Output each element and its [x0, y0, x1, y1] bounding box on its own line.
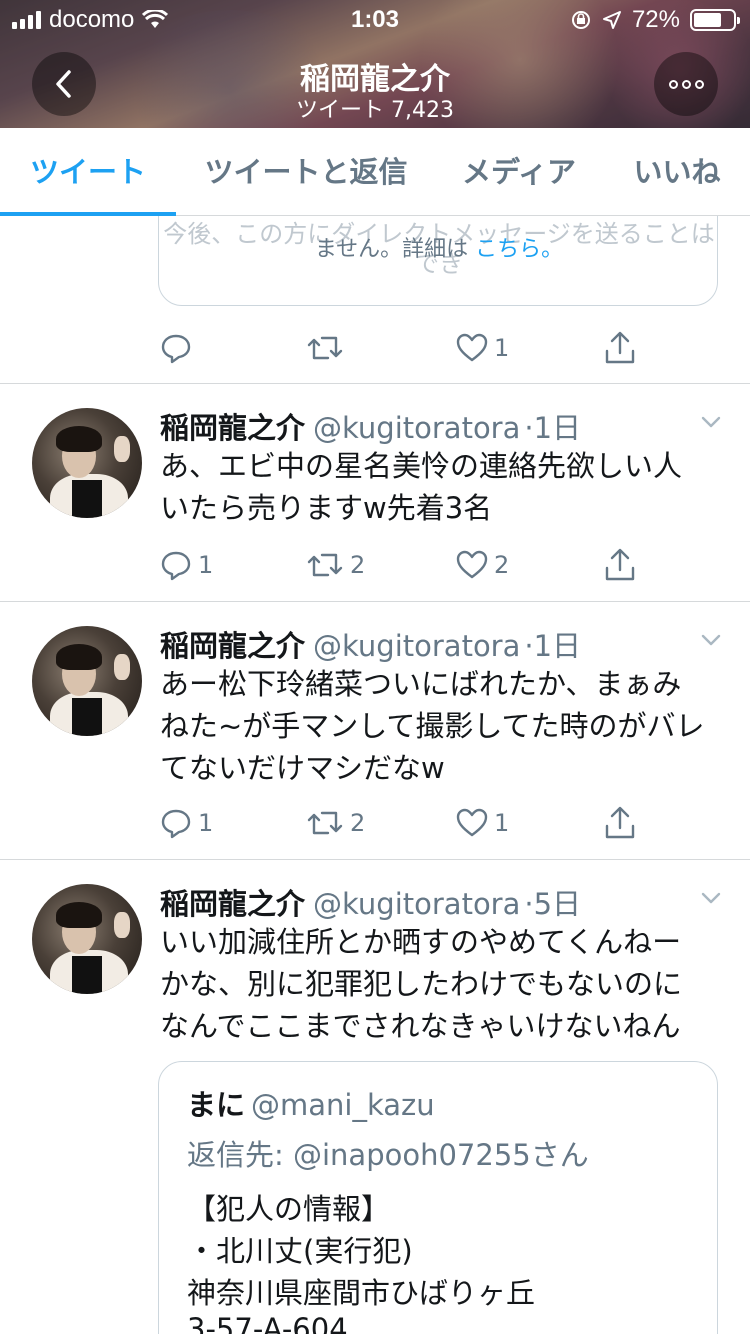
retweet-icon — [307, 336, 343, 360]
reply-button[interactable]: 1 — [160, 803, 213, 843]
more-icon — [668, 79, 704, 89]
orientation-lock-icon — [571, 11, 590, 29]
avatar[interactable] — [32, 408, 142, 518]
tweet-divider — [0, 859, 750, 860]
author-name[interactable]: 稲岡龍之介 — [160, 887, 305, 921]
tweet-text-line: あ、エビ中の星名美怜の連絡先欲しい人 — [160, 449, 683, 483]
tweet-text-line: かな、別に犯罪犯したわけでもないのに — [160, 967, 683, 1001]
reply-count: 1 — [198, 809, 214, 837]
heart-icon — [456, 550, 488, 579]
reply-to-label: 返信先: @inapooh07255さん — [187, 1138, 589, 1172]
tab-likes[interactable]: いいね — [618, 128, 736, 216]
profile-header: docomo 1:03 72% 稲岡龍之介 ツイート 7,423 — [0, 0, 750, 128]
tab-tweets[interactable]: ツイート — [0, 128, 176, 216]
quoted-text-line: 【犯人の情報】 — [187, 1192, 391, 1226]
heart-icon — [456, 333, 488, 362]
author-name[interactable]: 稲岡龍之介 — [160, 411, 305, 445]
quoted-text-line: ・北川丈(実行犯) — [187, 1234, 413, 1268]
battery-icon — [690, 9, 740, 31]
tweet-time: ·5日 — [524, 887, 582, 921]
tweet-text-line: あー松下玲緒菜ついにばれたか、まぁみ — [160, 667, 682, 701]
quoted-author-name: まに — [187, 1088, 246, 1122]
notice-text: ません。詳細は こちら。 — [159, 231, 717, 263]
reply-icon — [161, 334, 191, 364]
author-handle: @kugitoratora — [313, 887, 521, 921]
share-icon — [605, 806, 635, 839]
retweet-icon — [307, 811, 343, 835]
retweet-button[interactable]: 2 — [306, 545, 365, 585]
battery-percent: 72% — [631, 6, 680, 33]
tab-media[interactable]: メディア — [446, 128, 592, 216]
like-button[interactable]: 2 — [456, 545, 509, 585]
reply-icon — [161, 551, 191, 581]
tweet-time: ·1日 — [524, 411, 582, 445]
like-button[interactable]: 1 — [456, 803, 509, 843]
share-button[interactable] — [604, 803, 636, 843]
like-count: 1 — [494, 809, 510, 837]
tweet-divider — [0, 601, 750, 602]
notice-text-line: ません。詳細は — [314, 237, 469, 262]
retweet-button[interactable] — [306, 328, 350, 368]
author-handle: @kugitoratora — [313, 629, 521, 663]
tweet-actions: 1 — [160, 328, 640, 368]
like-count: 2 — [494, 551, 510, 579]
tweet-actions: 1 2 2 — [160, 545, 640, 585]
quoted-text-line: 神奈川県座間市ひばりヶ丘 — [187, 1276, 536, 1310]
retweet-count: 2 — [350, 809, 366, 837]
share-button[interactable] — [604, 545, 636, 585]
details-link[interactable]: こちら。 — [475, 237, 563, 262]
status-bar: docomo 1:03 72% — [0, 0, 750, 40]
active-tab-indicator — [0, 212, 176, 216]
like-count: 1 — [494, 334, 510, 362]
tweet-text-line: ねた~が手マンして撮影してた時のがバレ — [160, 709, 705, 743]
avatar[interactable] — [32, 884, 142, 994]
avatar[interactable] — [32, 626, 142, 736]
tweet-text-line: なんでここまでされなきゃいけないねん — [160, 1009, 681, 1043]
reply-button[interactable] — [160, 328, 198, 368]
tweet-time: ·1日 — [524, 629, 582, 663]
tweet-header: 稲岡龍之介 @kugitoratora ·1日 — [160, 405, 581, 447]
share-icon — [605, 331, 635, 364]
chevron-down-icon[interactable] — [700, 411, 722, 433]
quoted-tweet-card[interactable]: まに @mani_kazu 返信先: @inapooh07255さん 【犯人の情報… — [158, 1061, 718, 1334]
tweet-text-line: いい加減住所とか晒すのやめてくんねー — [160, 925, 682, 959]
retweet-count: 2 — [350, 551, 366, 579]
retweet-icon — [307, 553, 343, 577]
share-icon — [605, 548, 635, 581]
tweet-actions: 1 2 1 — [160, 803, 640, 843]
tweet-divider — [0, 383, 750, 384]
tweet-count: ツイート 7,423 — [296, 98, 454, 123]
tweet-text: あー松下玲緒菜ついにばれたか、まぁみ ねた~が手マンして撮影してた時のがバレ て… — [160, 663, 730, 789]
tweet-header: 稲岡龍之介 @kugitoratora ·5日 — [160, 881, 581, 923]
tweet-text-line: てないだけマシだなw — [160, 751, 445, 785]
location-icon — [602, 11, 621, 29]
reply-icon — [161, 809, 191, 839]
reply-count: 1 — [198, 551, 214, 579]
heart-icon — [456, 808, 488, 837]
profile-tabs: ツイート ツイートと返信 メディア いいね — [0, 128, 750, 216]
retweet-button[interactable]: 2 — [306, 803, 365, 843]
author-name[interactable]: 稲岡龍之介 — [160, 629, 305, 663]
tab-tweets-and-replies[interactable]: ツイートと返信 — [186, 128, 426, 216]
tweet-item[interactable]: 稲岡龍之介 @kugitoratora ·5日 いい加減住所とか晒すのやめてくんねー… — [0, 881, 750, 1061]
more-button[interactable] — [654, 52, 718, 116]
reply-button[interactable]: 1 — [160, 545, 213, 585]
quoted-tweet-header: まに @mani_kazu — [187, 1082, 435, 1124]
tweet-text: あ、エビ中の星名美怜の連絡先欲しい人 いたら売りますw先着3名 — [160, 445, 730, 529]
share-button[interactable] — [604, 328, 636, 368]
tweet-header: 稲岡龍之介 @kugitoratora ·1日 — [160, 623, 581, 665]
author-handle: @kugitoratora — [313, 411, 521, 445]
chevron-down-icon[interactable] — [700, 887, 722, 909]
like-button[interactable]: 1 — [456, 328, 509, 368]
chevron-down-icon[interactable] — [700, 629, 722, 651]
tweet-text: いい加減住所とか晒すのやめてくんねー かな、別に犯罪犯したわけでもないのに なん… — [160, 921, 730, 1047]
tweet-text-line: いたら売りますw先着3名 — [160, 491, 493, 525]
quoted-author-handle: @mani_kazu — [251, 1088, 435, 1122]
quoted-text-line: 3-57-A-604 — [187, 1312, 348, 1334]
